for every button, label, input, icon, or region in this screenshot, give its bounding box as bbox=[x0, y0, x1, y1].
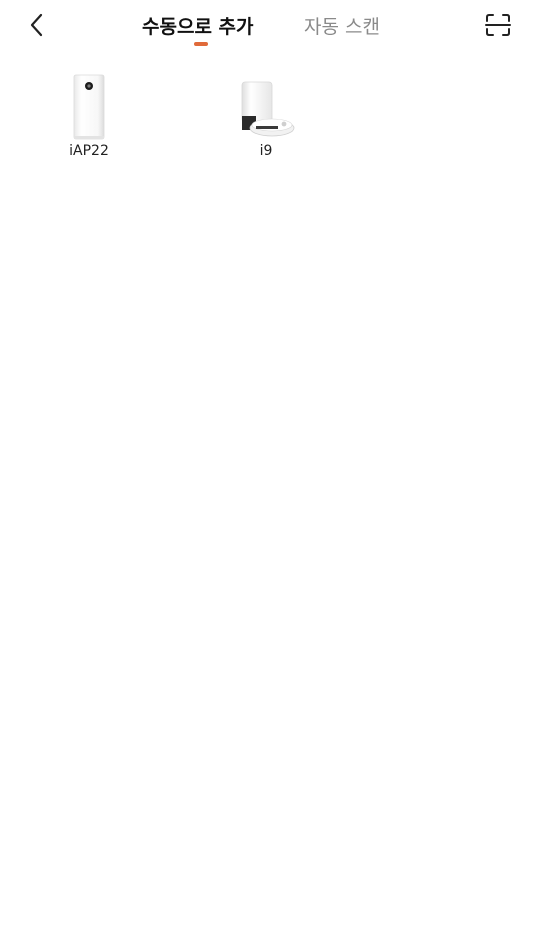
device-label: i9 bbox=[259, 143, 273, 159]
device-label: iAP22 bbox=[69, 143, 109, 159]
scan-frame-icon bbox=[485, 13, 511, 41]
active-tab-indicator bbox=[194, 42, 208, 46]
top-bar: 수동으로 추가 자동 스캔 bbox=[0, 0, 534, 58]
scan-button[interactable] bbox=[484, 13, 512, 41]
robot-vacuum-dock-icon bbox=[206, 70, 326, 140]
tab-bar: 수동으로 추가 자동 스캔 bbox=[0, 0, 534, 58]
device-item-iap22[interactable]: iAP22 bbox=[29, 70, 149, 160]
device-item-i9[interactable]: i9 bbox=[206, 70, 326, 160]
air-purifier-icon bbox=[29, 70, 149, 140]
tab-auto-scan[interactable]: 자동 스캔 bbox=[304, 14, 380, 40]
tab-manual-add[interactable]: 수동으로 추가 bbox=[142, 14, 254, 40]
